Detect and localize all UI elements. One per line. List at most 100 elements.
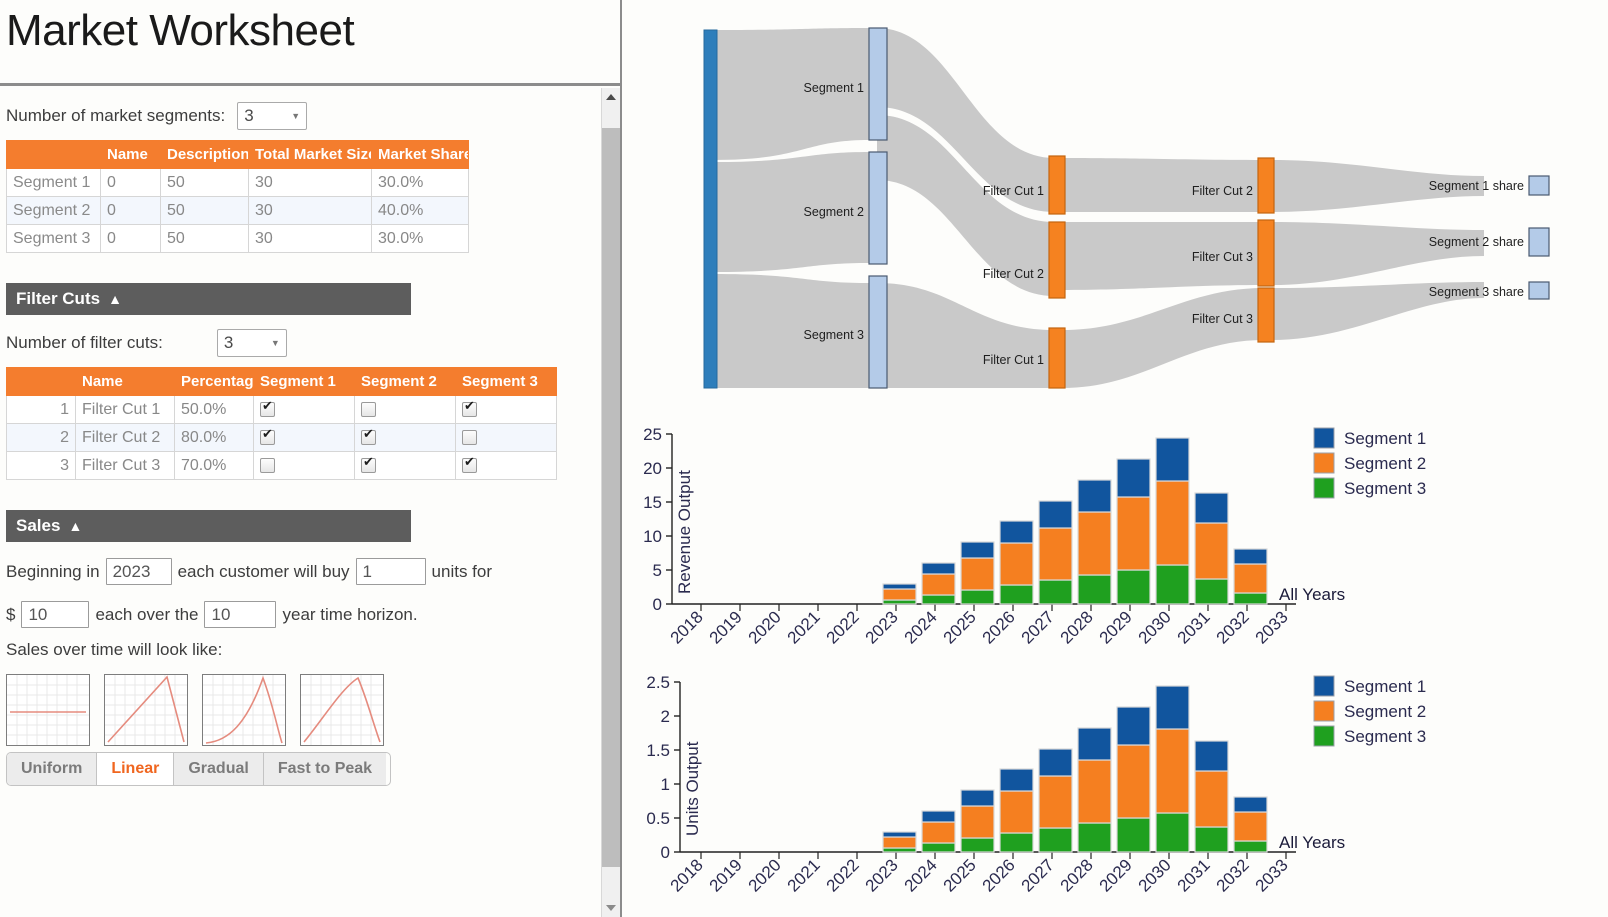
checkbox-unchecked-icon[interactable] — [260, 457, 275, 473]
bar-2031[interactable] — [1194, 492, 1229, 605]
fc-percentage-cell[interactable]: 70.0% — [174, 451, 254, 480]
segment-market-share-cell[interactable]: 40.0% — [371, 196, 469, 225]
table-row[interactable]: 2 Filter Cut 2 80.0% — [6, 423, 557, 452]
fc-seg1-checkbox-cell[interactable] — [253, 451, 355, 480]
fc-percentage-cell[interactable]: 50.0% — [174, 395, 254, 424]
segment-total-market-size-cell[interactable]: 30 — [248, 168, 372, 197]
checkbox-checked-icon[interactable] — [462, 455, 477, 473]
fc-seg1-checkbox-cell[interactable] — [253, 395, 355, 424]
bar-2023[interactable] — [882, 583, 917, 605]
checkbox-unchecked-icon[interactable] — [462, 429, 477, 445]
curve-button-fast-to-peak[interactable]: Fast to Peak — [263, 753, 387, 785]
chevron-up-icon[interactable]: ▲ — [108, 292, 122, 306]
unit-price-input[interactable] — [21, 601, 90, 628]
fc-name-cell[interactable]: Filter Cut 2 — [75, 423, 175, 452]
scrollbar-thumb[interactable] — [602, 128, 620, 867]
table-row[interactable]: 3 Filter Cut 3 70.0% — [6, 451, 557, 480]
checkbox-unchecked-icon[interactable] — [361, 401, 376, 417]
curve-thumb-gradual[interactable] — [202, 674, 286, 746]
bar-2031[interactable] — [1194, 740, 1229, 853]
curve-button-linear[interactable]: Linear — [97, 753, 175, 785]
worksheet-scroll-area[interactable]: Number of market segments: 3 ▼ Name Desc… — [0, 88, 620, 917]
bar-2030[interactable] — [1155, 437, 1190, 605]
fc-seg3-checkbox-cell[interactable] — [455, 395, 557, 424]
segment-description-cell[interactable]: 50 — [160, 224, 249, 253]
curve-thumb-fast-to-peak[interactable] — [300, 674, 384, 746]
bar-2027[interactable] — [1038, 748, 1073, 853]
curve-thumb-linear[interactable] — [104, 674, 188, 746]
curve-button-uniform[interactable]: Uniform — [7, 753, 98, 785]
table-row[interactable]: Segment 1 0 50 30 30.0% — [6, 168, 469, 197]
segment-description-cell[interactable]: 50 — [160, 168, 249, 197]
bar-2028[interactable] — [1077, 727, 1112, 853]
legend-label-segment-2: Segment 2 — [1344, 702, 1426, 721]
filter-cuts-count-select[interactable]: 3 ▼ — [216, 329, 287, 357]
bar-2032[interactable] — [1233, 796, 1268, 853]
fc-seg2-checkbox-cell[interactable] — [354, 451, 456, 480]
sankey-node-stage3-filter-cut-3[interactable] — [1257, 219, 1275, 287]
sankey-node-stage2-filter-cut-1[interactable] — [1048, 155, 1066, 215]
bar-2029[interactable] — [1116, 458, 1151, 605]
bar-2024[interactable] — [921, 810, 956, 853]
bar-2026[interactable] — [999, 520, 1034, 605]
fc-seg2-checkbox-cell[interactable] — [354, 395, 456, 424]
segment-total-market-size-cell[interactable]: 30 — [248, 196, 372, 225]
bar-2027[interactable] — [1038, 500, 1073, 605]
fc-name-cell[interactable]: Filter Cut 3 — [75, 451, 175, 480]
sankey-node-segment-3-share[interactable] — [1528, 281, 1550, 300]
checkbox-checked-icon[interactable] — [361, 455, 376, 473]
segment-name-cell[interactable]: 0 — [100, 224, 161, 253]
sankey-node-segment-2[interactable] — [868, 151, 888, 265]
segment-market-share-cell[interactable]: 30.0% — [371, 168, 469, 197]
fc-percentage-cell[interactable]: 80.0% — [174, 423, 254, 452]
sales-section-header[interactable]: Sales ▲ — [6, 510, 411, 542]
table-row[interactable]: 1 Filter Cut 1 50.0% — [6, 395, 557, 424]
worksheet-scrollbar[interactable] — [601, 88, 620, 917]
segment-name-cell[interactable]: 0 — [100, 196, 161, 225]
segment-total-market-size-cell[interactable]: 30 — [248, 224, 372, 253]
checkbox-checked-icon[interactable] — [260, 427, 275, 445]
sankey-node-segment-3[interactable] — [868, 275, 888, 389]
bar-2025[interactable] — [960, 541, 995, 605]
bar-2026[interactable] — [999, 768, 1034, 853]
bar-2025[interactable] — [960, 789, 995, 853]
bar-2029[interactable] — [1116, 706, 1151, 853]
curve-thumb-uniform[interactable] — [6, 674, 90, 746]
segment-description-cell[interactable]: 50 — [160, 196, 249, 225]
sankey-node-stage2-filter-cut-1b[interactable] — [1048, 327, 1066, 389]
bar-2024[interactable] — [921, 562, 956, 605]
fc-seg3-checkbox-cell[interactable] — [455, 451, 557, 480]
checkbox-checked-icon[interactable] — [462, 399, 477, 417]
segments-count-select[interactable]: 3 ▼ — [237, 102, 308, 130]
bar-2032[interactable] — [1233, 548, 1268, 605]
segment-market-share-cell[interactable]: 30.0% — [371, 224, 469, 253]
sankey-node-segment-1[interactable] — [868, 27, 888, 141]
sankey-node-stage3-filter-cut-3b[interactable] — [1257, 287, 1275, 343]
sankey-node-segment-2-share[interactable] — [1528, 227, 1550, 257]
start-year-input[interactable] — [105, 558, 172, 585]
bar-2028[interactable] — [1077, 479, 1112, 605]
sankey-source-node[interactable] — [703, 29, 718, 389]
sankey-node-segment-1-share[interactable] — [1528, 175, 1550, 196]
scroll-down-arrow-icon[interactable] — [602, 899, 620, 917]
sankey-node-stage2-filter-cut-2[interactable] — [1048, 221, 1066, 299]
segment-name-cell[interactable]: 0 — [100, 168, 161, 197]
sankey-node-stage3-filter-cut-2[interactable] — [1257, 157, 1275, 214]
fc-seg2-checkbox-cell[interactable] — [354, 423, 456, 452]
fc-seg1-checkbox-cell[interactable] — [253, 423, 355, 452]
fc-name-cell[interactable]: Filter Cut 1 — [75, 395, 175, 424]
curve-button-gradual[interactable]: Gradual — [174, 753, 264, 785]
bar-2030[interactable] — [1155, 685, 1190, 853]
scroll-up-arrow-icon[interactable] — [602, 88, 620, 106]
chevron-up-icon[interactable]: ▲ — [68, 519, 82, 533]
checkbox-checked-icon[interactable] — [260, 399, 275, 417]
fc-seg3-checkbox-cell[interactable] — [455, 423, 557, 452]
checkbox-checked-icon[interactable] — [361, 427, 376, 445]
units-per-customer-input[interactable] — [355, 558, 426, 585]
uniform-curve-icon — [7, 675, 89, 745]
table-row[interactable]: Segment 2 0 50 30 40.0% — [6, 196, 469, 225]
bar-2023[interactable] — [882, 831, 917, 853]
filter-cuts-section-header[interactable]: Filter Cuts ▲ — [6, 283, 411, 315]
time-horizon-input[interactable] — [204, 601, 277, 628]
table-row[interactable]: Segment 3 0 50 30 30.0% — [6, 224, 469, 253]
